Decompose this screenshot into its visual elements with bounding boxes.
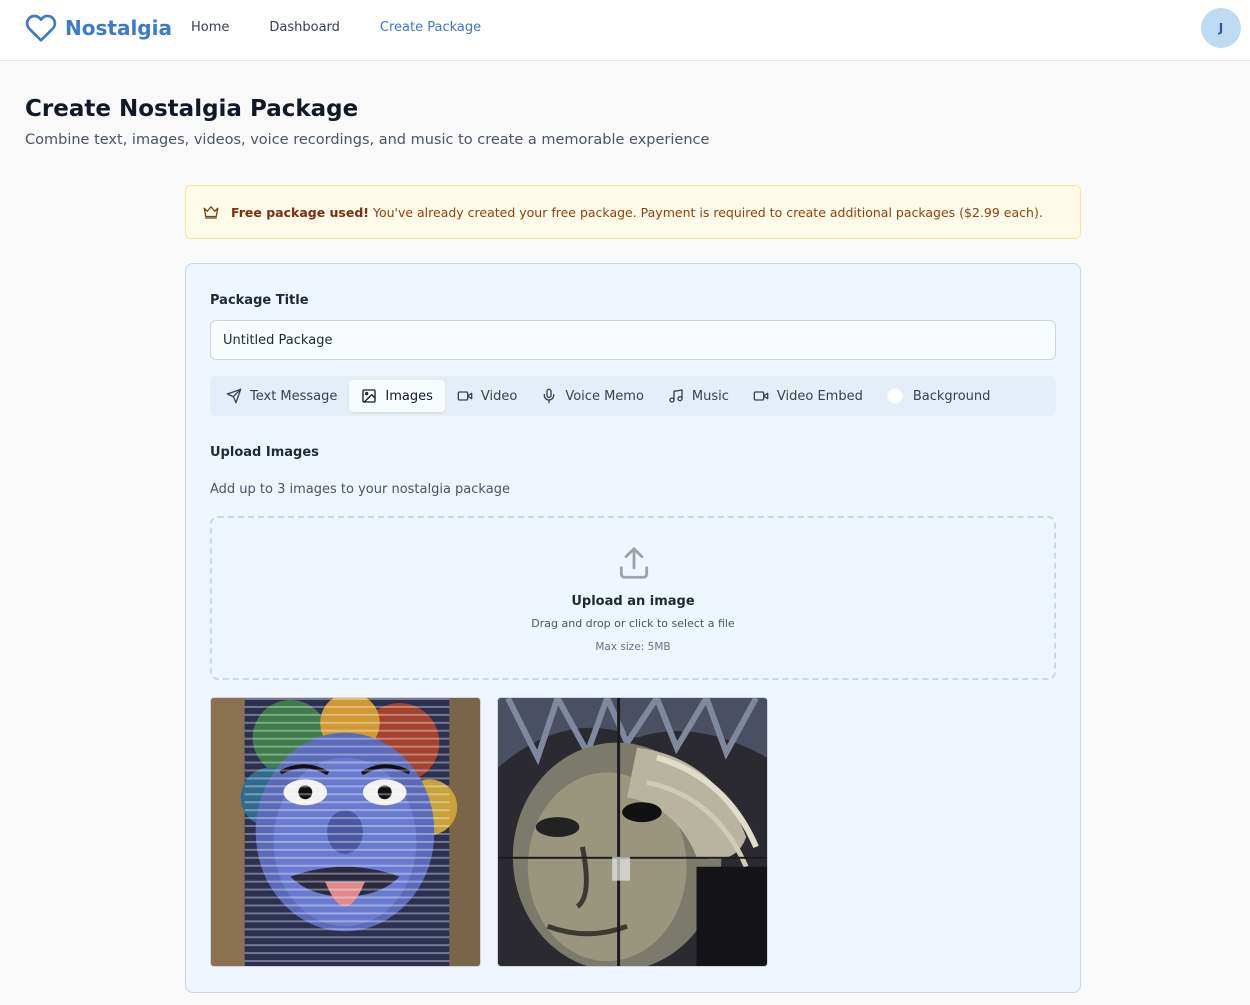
video-icon	[457, 391, 473, 401]
tab-music[interactable]: Music	[656, 380, 741, 412]
dropzone-title: Upload an image	[571, 594, 695, 609]
brand-name: Nostalgia	[65, 16, 172, 40]
nav-dashboard[interactable]: Dashboard	[269, 19, 340, 37]
tab-text-message[interactable]: Text Message	[214, 380, 349, 412]
main-nav: Home Dashboard Create Package	[191, 19, 521, 37]
free-package-alert: Free package used! You've already create…	[185, 185, 1081, 239]
image-icon	[362, 389, 377, 403]
video-icon	[753, 391, 769, 401]
package-form-card: Package Title Text Message Images Video …	[185, 263, 1081, 993]
page-subtitle: Combine text, images, videos, voice reco…	[25, 132, 710, 148]
tab-video-embed[interactable]: Video Embed	[741, 380, 875, 412]
alert-body: You've already created your free package…	[369, 204, 1043, 220]
upload-icon	[619, 547, 649, 579]
brand-logo[interactable]: Nostalgia	[25, 12, 172, 44]
content-tabs: Text Message Images Video Voice Memo Mus…	[210, 376, 1056, 416]
nav-home[interactable]: Home	[191, 19, 229, 37]
tab-background[interactable]: Background	[875, 380, 1003, 412]
send-icon	[226, 388, 242, 404]
upload-images-description: Add up to 3 images to your nostalgia pac…	[210, 482, 510, 497]
dropzone-max-size: Max size: 5MB	[595, 641, 671, 653]
tab-label: Text Message	[250, 388, 338, 404]
tab-label: Video	[480, 388, 518, 404]
package-title-label: Package Title	[210, 293, 309, 308]
graffiti-face-image	[211, 698, 480, 966]
uploaded-image-thumbnail[interactable]	[497, 697, 768, 967]
tab-voice-memo[interactable]: Voice Memo	[529, 380, 656, 412]
mic-icon	[544, 388, 555, 404]
nav-create-package[interactable]: Create Package	[380, 19, 481, 37]
package-title-input[interactable]	[210, 320, 1056, 360]
music-icon	[669, 389, 683, 403]
color-swatch-icon	[886, 388, 903, 404]
crown-icon	[203, 206, 219, 219]
heart-icon	[25, 14, 57, 42]
user-avatar[interactable]: J	[1201, 8, 1241, 48]
uploaded-image-thumbnail[interactable]	[210, 697, 481, 967]
top-navbar: Nostalgia Home Dashboard Create Package …	[0, 0, 1250, 61]
upload-images-title: Upload Images	[210, 445, 319, 460]
alert-bold: Free package used!	[231, 204, 369, 220]
alert-message: Free package used! You've already create…	[231, 205, 1043, 220]
page-title: Create Nostalgia Package	[25, 96, 359, 122]
tab-label: Images	[385, 388, 433, 404]
tab-label: Voice Memo	[565, 388, 644, 404]
tab-images[interactable]: Images	[349, 380, 445, 412]
tab-label: Video Embed	[776, 388, 863, 404]
tab-label: Background	[912, 388, 991, 404]
tab-video[interactable]: Video	[445, 380, 529, 412]
dropzone-subtitle: Drag and drop or click to select a file	[531, 617, 735, 630]
image-dropzone[interactable]: Upload an image Drag and drop or click t…	[210, 516, 1056, 680]
tab-label: Music	[691, 388, 729, 404]
graffiti-portrait-image	[498, 698, 767, 966]
